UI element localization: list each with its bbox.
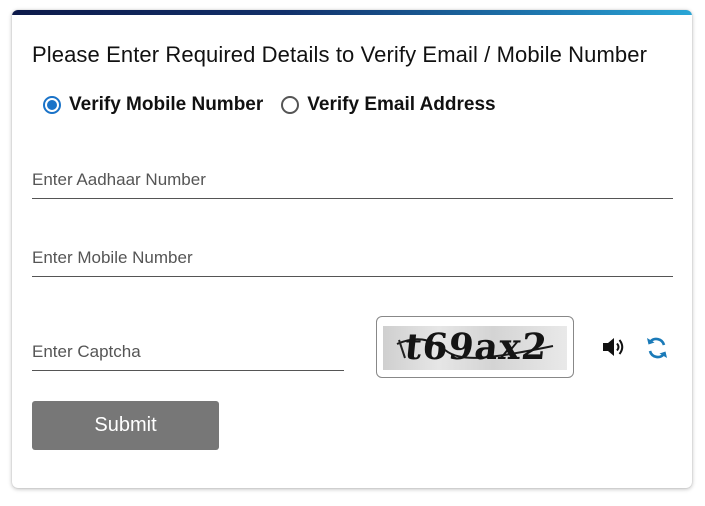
speaker-icon xyxy=(603,338,624,356)
aadhaar-input[interactable] xyxy=(32,170,673,198)
form-title: Please Enter Required Details to Verify … xyxy=(32,42,648,67)
aadhaar-field-wrapper xyxy=(32,170,673,199)
top-accent-bar xyxy=(12,10,692,15)
captcha-input[interactable] xyxy=(32,342,344,370)
submit-button[interactable]: Submit xyxy=(32,401,219,450)
captcha-image-frame: t69ax2 xyxy=(376,316,574,378)
captcha-field-wrapper xyxy=(32,342,344,371)
refresh-icon xyxy=(647,337,667,359)
radio-selected-icon[interactable] xyxy=(43,96,61,114)
audio-captcha-button[interactable] xyxy=(600,333,628,361)
captcha-image: t69ax2 xyxy=(383,326,567,370)
mobile-input[interactable] xyxy=(32,248,673,276)
captcha-text: t69ax2 xyxy=(402,326,550,368)
radio-verify-email[interactable]: Verify Email Address xyxy=(281,94,496,116)
verify-form-card: Please Enter Required Details to Verify … xyxy=(12,10,692,488)
verify-option-group: Verify Mobile Number Verify Email Addres… xyxy=(43,94,514,116)
radio-unselected-icon[interactable] xyxy=(281,96,300,114)
radio-verify-mobile[interactable]: Verify Mobile Number xyxy=(43,94,263,116)
radio-verify-email-label: Verify Email Address xyxy=(307,94,496,115)
mobile-field-wrapper xyxy=(32,248,673,277)
radio-verify-mobile-label: Verify Mobile Number xyxy=(69,94,264,115)
refresh-captcha-button[interactable] xyxy=(643,334,671,362)
